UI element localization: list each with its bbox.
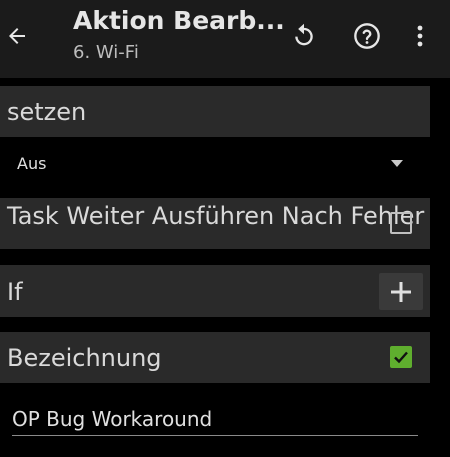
section-if: If xyxy=(0,265,430,317)
more-vert-icon xyxy=(417,25,423,47)
plus-icon xyxy=(391,281,411,302)
section-setzen-label: setzen xyxy=(7,98,87,126)
section-continue-after-error: Task Weiter Ausführen Nach Fehler xyxy=(0,198,430,249)
continue-after-error-checkbox[interactable] xyxy=(390,212,412,234)
app-bar: Aktion Bearb... 6. Wi-Fi xyxy=(0,0,450,78)
add-condition-button[interactable] xyxy=(379,273,423,310)
label-checkbox[interactable] xyxy=(390,346,412,368)
checkmark-icon xyxy=(394,351,408,364)
wifi-state-value: Aus xyxy=(17,154,47,173)
wifi-state-dropdown[interactable]: Aus xyxy=(0,138,430,190)
more-options-button[interactable] xyxy=(400,14,440,58)
undo-button[interactable] xyxy=(284,14,324,58)
dropdown-arrow-icon xyxy=(391,160,403,167)
continue-after-error-label: Task Weiter Ausführen Nach Fehler xyxy=(7,202,425,230)
page-title: Aktion Bearb... xyxy=(73,6,285,35)
input-underline xyxy=(12,435,418,436)
section-setzen: setzen xyxy=(0,86,430,137)
page-subtitle: 6. Wi-Fi xyxy=(73,42,139,63)
section-label: Bezeichnung xyxy=(0,332,430,383)
if-label: If xyxy=(7,278,23,306)
edit-action-screen: Aktion Bearb... 6. Wi-Fi setzen Aus Task… xyxy=(0,0,450,457)
arrow-left-icon xyxy=(9,28,25,44)
undo-icon xyxy=(295,23,313,46)
label-section-title: Bezeichnung xyxy=(7,344,162,372)
help-button[interactable] xyxy=(347,14,387,58)
label-input[interactable]: OP Bug Workaround xyxy=(12,398,418,438)
help-icon xyxy=(354,23,380,49)
label-input-value: OP Bug Workaround xyxy=(12,407,213,431)
back-button[interactable] xyxy=(0,14,34,58)
